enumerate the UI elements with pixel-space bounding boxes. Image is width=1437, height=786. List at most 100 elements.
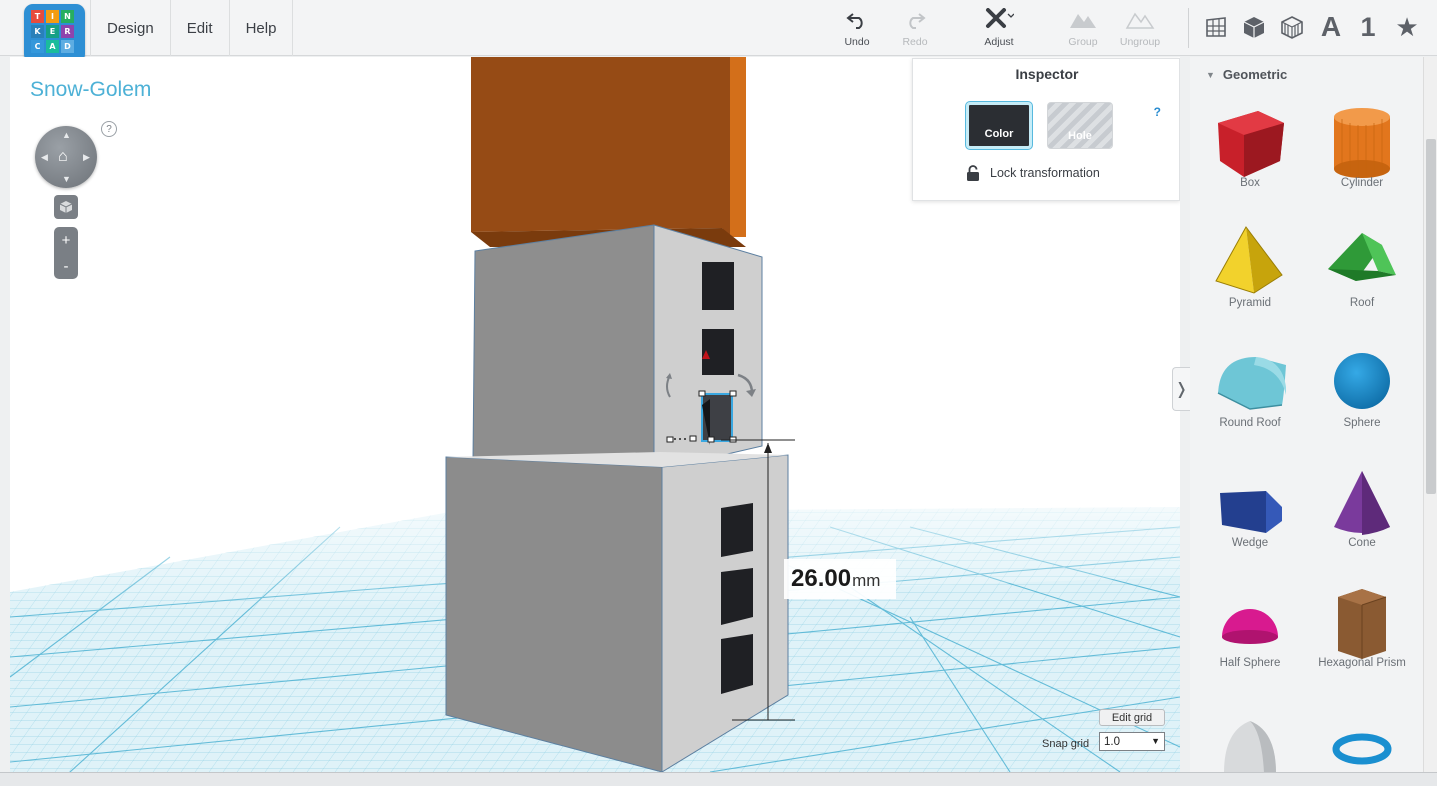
logo-letter: A bbox=[46, 40, 59, 53]
dimension-value[interactable]: 26.00 bbox=[791, 565, 851, 593]
grid-view-icon[interactable] bbox=[1203, 12, 1229, 42]
menu-edit[interactable]: Edit bbox=[171, 0, 230, 56]
shape-hexagonal-prism[interactable]: Hexagonal Prism bbox=[1306, 577, 1418, 697]
group-icon bbox=[1068, 8, 1098, 32]
shape-label: Hexagonal Prism bbox=[1318, 657, 1406, 669]
logo-letter: E bbox=[46, 25, 59, 38]
dropdown-arrow-icon: ▼ bbox=[1151, 736, 1160, 746]
orbit-down-arrow[interactable]: ▼ bbox=[62, 174, 71, 184]
toolbar-divider bbox=[1188, 8, 1189, 48]
shape-roof[interactable]: Roof bbox=[1306, 217, 1418, 337]
redo-label: Redo bbox=[902, 36, 928, 48]
group-button[interactable]: Group bbox=[1056, 8, 1110, 50]
shape-label: Cone bbox=[1348, 537, 1376, 549]
window-hole[interactable] bbox=[721, 503, 753, 557]
upper-grey-box[interactable] bbox=[472, 224, 763, 472]
shape-pyramid[interactable]: Pyramid bbox=[1194, 217, 1306, 337]
shape-paraboloid[interactable] bbox=[1194, 697, 1306, 772]
orbit-control[interactable]: ▲ ▼ ◀ ▶ ⌂ bbox=[35, 126, 97, 188]
text-A-icon[interactable]: A bbox=[1317, 11, 1345, 42]
shape-torus[interactable] bbox=[1306, 697, 1418, 772]
snap-grid-select[interactable]: 1.0 ▼ bbox=[1099, 732, 1165, 751]
shape-label: Sphere bbox=[1343, 417, 1381, 429]
zoom-in-button[interactable]: + bbox=[54, 227, 78, 253]
round-roof-shape-icon bbox=[1217, 357, 1286, 410]
shape-label: Cylinder bbox=[1340, 177, 1384, 189]
zoom-out-button[interactable]: - bbox=[54, 253, 78, 279]
menu-help[interactable]: Help bbox=[230, 0, 294, 56]
shape-library-panel: ▼ Geometric Box Cylinder Pyramid Roof Ro… bbox=[1190, 57, 1423, 772]
shape-round-roof[interactable]: Round Roof bbox=[1194, 337, 1306, 457]
shape-label: Roof bbox=[1349, 297, 1375, 309]
adjust-icon bbox=[984, 8, 1014, 32]
inspector-title: Inspector bbox=[1015, 66, 1079, 82]
star-icon[interactable]: ★ bbox=[1393, 12, 1421, 42]
redo-icon bbox=[904, 8, 926, 32]
logo-letter: K bbox=[31, 25, 44, 38]
orbit-right-arrow[interactable]: ▶ bbox=[83, 152, 90, 163]
redo-button[interactable]: Redo bbox=[888, 8, 942, 50]
striped-box-icon[interactable] bbox=[1279, 12, 1305, 42]
ungroup-button[interactable]: Ungroup bbox=[1113, 8, 1167, 50]
logo-letter: D bbox=[61, 40, 74, 53]
shape-cone[interactable]: Cone bbox=[1306, 457, 1418, 577]
box-view-icon[interactable] bbox=[1241, 12, 1267, 42]
shape-sphere[interactable]: Sphere bbox=[1306, 337, 1418, 457]
logo-letter: C bbox=[31, 40, 44, 53]
logo-letter: R bbox=[61, 25, 74, 38]
lower-grey-box[interactable] bbox=[445, 452, 789, 772]
cone-shape-icon bbox=[1334, 471, 1390, 535]
box-shape-icon bbox=[1218, 111, 1284, 177]
window-hole[interactable] bbox=[721, 634, 753, 694]
edit-grid-button[interactable]: Edit grid bbox=[1099, 709, 1165, 726]
workplane-viewport[interactable]: Snow-Golem ▲ ▼ ◀ ▶ ⌂ ? + - 26.00 mm Insp… bbox=[10, 57, 1180, 772]
main-menu: Design Edit Help bbox=[90, 0, 294, 56]
undo-icon bbox=[846, 8, 868, 32]
orange-block[interactable] bbox=[471, 57, 746, 247]
inspector-help-icon[interactable]: ? bbox=[1154, 105, 1161, 119]
lock-transformation-toggle[interactable]: Lock transformation bbox=[966, 165, 1100, 181]
logo-letter: N bbox=[61, 10, 74, 23]
menu-design[interactable]: Design bbox=[90, 0, 171, 56]
collapse-triangle-icon: ▼ bbox=[1206, 69, 1215, 80]
library-scrollbar[interactable] bbox=[1423, 57, 1437, 772]
window-hole[interactable] bbox=[702, 262, 734, 310]
undo-button[interactable]: Undo bbox=[830, 8, 884, 50]
dimension-readout[interactable]: 26.00 mm bbox=[784, 559, 896, 599]
shape-wedge[interactable]: Wedge bbox=[1194, 457, 1306, 577]
shape-label: Half Sphere bbox=[1219, 657, 1281, 669]
home-icon[interactable]: ⌂ bbox=[58, 148, 68, 166]
lock-transformation-label: Lock transformation bbox=[990, 166, 1100, 180]
group-label: Group bbox=[1068, 36, 1098, 48]
shape-half-sphere[interactable]: Half Sphere bbox=[1194, 577, 1306, 697]
cylinder-shape-icon bbox=[1334, 108, 1390, 178]
hole-swatch-button[interactable]: Hole bbox=[1047, 102, 1113, 149]
logo-letter: T bbox=[31, 10, 44, 23]
torus-shape-icon bbox=[1332, 733, 1392, 765]
shape-cylinder[interactable]: Cylinder bbox=[1306, 97, 1418, 217]
half-sphere-shape-icon bbox=[1222, 609, 1278, 644]
ungroup-label: Ungroup bbox=[1119, 36, 1161, 48]
sphere-shape-icon bbox=[1334, 353, 1390, 409]
category-header-geometric[interactable]: ▼ Geometric bbox=[1206, 67, 1287, 82]
scrollbar-thumb[interactable] bbox=[1426, 139, 1436, 494]
window-hole[interactable] bbox=[721, 568, 753, 625]
undo-label: Undo bbox=[844, 36, 870, 48]
project-title[interactable]: Snow-Golem bbox=[30, 78, 151, 102]
category-title: Geometric bbox=[1222, 67, 1288, 82]
shape-box[interactable]: Box bbox=[1194, 97, 1306, 217]
logo-letter: I bbox=[46, 10, 59, 23]
color-swatch-button[interactable]: Color bbox=[966, 102, 1032, 149]
roof-shape-icon bbox=[1328, 233, 1396, 281]
orbit-up-arrow[interactable]: ▲ bbox=[62, 130, 71, 140]
view-cube-button[interactable] bbox=[54, 195, 78, 219]
shape-label: Round Roof bbox=[1219, 417, 1281, 429]
tinkercad-logo[interactable]: T I N K E R C A D bbox=[24, 4, 85, 63]
pyramid-shape-icon bbox=[1215, 226, 1283, 294]
collapse-panel-toggle[interactable]: ❭ bbox=[1172, 367, 1190, 411]
number-1-icon[interactable]: 1 bbox=[1356, 12, 1380, 42]
view-help-icon[interactable]: ? bbox=[101, 121, 117, 137]
adjust-button[interactable]: Adjust bbox=[972, 8, 1026, 50]
inspector-panel: Inspector ? Color Hole Lock transformati… bbox=[912, 58, 1180, 201]
orbit-left-arrow[interactable]: ◀ bbox=[41, 152, 48, 163]
